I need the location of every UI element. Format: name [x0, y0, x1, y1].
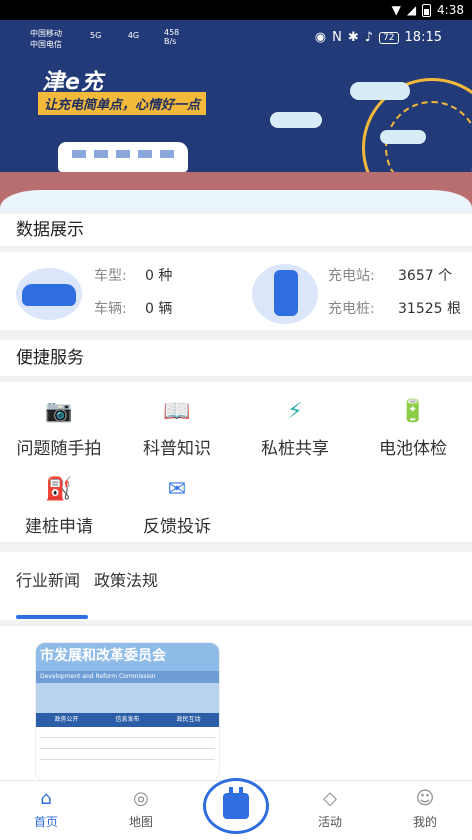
cloud-illustration	[350, 82, 410, 100]
service-label: 问题随手拍	[16, 439, 102, 459]
banner-battery: 72	[379, 31, 399, 44]
signal-icon: ◢	[406, 3, 417, 17]
data-display-title: 数据展示	[0, 214, 472, 246]
system-status-bar: ▼ ◢ 4:38	[0, 0, 472, 20]
bluetooth-icon: ✱	[347, 30, 359, 45]
service-feedback[interactable]: ✉ 反馈投诉	[118, 474, 236, 538]
hero-banner[interactable]: 中国移动 中国电信 5G 4G 458 B/s ◉ N ✱ ♪ 72 18:15…	[0, 20, 472, 212]
bus-illustration	[58, 142, 188, 172]
nfc-icon: N	[332, 30, 342, 45]
camera-icon: 📷	[45, 398, 73, 424]
carrier-1: 中国移动	[30, 29, 62, 38]
service-science-knowledge[interactable]: 📖 科普知识	[118, 396, 236, 460]
thumb-nav-item: 政民互动	[176, 716, 201, 723]
service-battery-check[interactable]: 🔋 电池体检	[354, 396, 472, 460]
eye-icon: ◉	[314, 30, 327, 45]
network-type-2: 4G	[127, 31, 140, 40]
news-tab-bar: 行业新闻 政策法规	[0, 552, 472, 620]
quick-services-title: 便捷服务	[0, 340, 472, 376]
service-label: 私桩共享	[261, 439, 329, 459]
pile-count-label: 充电桩:	[328, 301, 375, 317]
nav-activity[interactable]: ◇ 活动	[300, 787, 360, 830]
station-count-label: 充电站:	[328, 268, 375, 284]
tab-policy-regulations[interactable]: 政策法规	[94, 570, 160, 592]
cloud-illustration	[380, 130, 426, 144]
nav-mine[interactable]: ☺ 我的	[395, 787, 455, 830]
mute-icon: ♪	[364, 30, 374, 45]
service-label: 电池体检	[379, 439, 447, 459]
city-skyline-illustration	[36, 683, 219, 713]
book-icon: 📖	[163, 398, 191, 424]
vehicle-count-value: 0 辆	[145, 301, 173, 317]
car-icon	[16, 268, 82, 320]
vehicle-model-label: 车型:	[94, 268, 127, 284]
charging-pile-icon	[252, 264, 318, 324]
banner-snow	[0, 190, 472, 212]
charger-apply-icon: ⛽	[45, 476, 73, 502]
pile-count-value: 31525 根	[398, 301, 461, 317]
news-thumbnail-header: 市发展和改革委员会	[36, 643, 219, 671]
battery-icon	[422, 3, 432, 17]
divider	[40, 759, 215, 760]
vehicle-model-value: 0 种	[145, 268, 173, 284]
station-count-value: 3657 个	[398, 268, 453, 284]
carrier-2: 中国电信	[30, 40, 62, 49]
news-thumbnail-nav: 政务公开 信息发布 政民互动	[36, 713, 219, 727]
cloud-illustration	[270, 112, 322, 128]
charge-button[interactable]	[203, 778, 269, 834]
network-speed: 458	[164, 28, 180, 37]
service-label: 反馈投诉	[143, 517, 211, 537]
service-label: 科普知识	[143, 439, 211, 459]
banner-time: 18:15	[404, 30, 442, 45]
nav-map[interactable]: ◎ 地图	[111, 787, 171, 830]
news-thumbnail-subheader: Development and Reform Commission	[36, 671, 219, 683]
nav-label: 地图	[128, 815, 153, 829]
vehicle-count-label: 车辆:	[94, 301, 127, 317]
feedback-mail-icon: ✉	[167, 476, 187, 502]
nav-home[interactable]: ⌂ 首页	[16, 787, 76, 830]
tab-industry-news[interactable]: 行业新闻	[16, 570, 86, 592]
battery-icon: 🔋	[399, 398, 427, 424]
service-photo-report[interactable]: 📷 问题随手拍	[0, 396, 118, 460]
service-label: 建桩申请	[25, 517, 93, 537]
service-pile-apply[interactable]: ⛽ 建桩申请	[0, 474, 118, 538]
active-tab-indicator	[16, 615, 88, 619]
data-display-card: 车型: 0 种 车辆: 0 辆 充电站: 3657 个 充电桩: 31525 根	[0, 252, 472, 330]
news-thumbnail[interactable]: 市发展和改革委员会 Development and Reform Commiss…	[35, 642, 220, 782]
cube-icon: ◇	[323, 787, 337, 809]
quick-services-card: 📷 问题随手拍 📖 科普知识 ⚡ 私桩共享 🔋 电池体检 ⛽ 建桩申请 ✉ 反馈…	[0, 382, 472, 542]
app-slogan: 让充电简单点，心情好一点	[38, 92, 207, 115]
smile-icon: ☺	[415, 787, 435, 809]
divider	[40, 748, 215, 749]
map-pin-icon: ◎	[133, 787, 149, 809]
network-type-1: 5G	[90, 31, 102, 40]
system-time: 4:38	[437, 3, 464, 17]
thumb-nav-item: 信息发布	[115, 716, 140, 723]
service-private-pile-share[interactable]: ⚡ 私桩共享	[236, 396, 354, 460]
thumb-nav-item: 政务公开	[54, 716, 79, 723]
divider	[40, 737, 215, 738]
plug-icon	[223, 787, 249, 819]
home-icon: ⌂	[40, 787, 52, 809]
plug-share-icon: ⚡	[287, 398, 303, 424]
nav-label: 首页	[33, 815, 58, 829]
nav-label: 我的	[412, 815, 437, 829]
network-speed-unit: B/s	[164, 37, 177, 46]
wifi-icon: ▼	[391, 3, 401, 17]
nav-label: 活动	[317, 815, 342, 829]
